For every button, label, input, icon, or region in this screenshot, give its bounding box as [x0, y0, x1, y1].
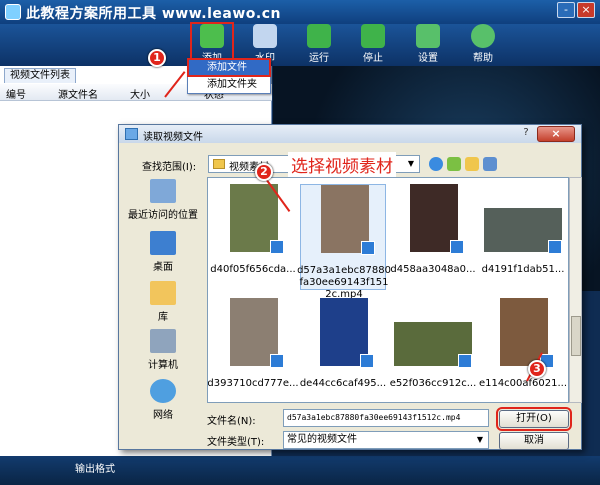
computer-icon [150, 329, 176, 353]
file-name: d458aa3048a0... [390, 264, 476, 275]
network-icon [150, 379, 176, 403]
dialog-title: 读取视频文件 [143, 132, 203, 143]
video-file-icon [548, 240, 562, 254]
app-logo-icon [5, 4, 21, 20]
new-folder-icon[interactable] [465, 157, 479, 171]
stop-icon [361, 24, 385, 48]
app-titlebar: 此教程方案所用工具 www.leawo.cn - × [0, 0, 600, 24]
back-icon[interactable] [429, 157, 443, 171]
close-app-button[interactable]: × [577, 2, 595, 18]
settings-icon [416, 24, 440, 48]
file-item[interactable]: e52f036cc912c... [390, 298, 476, 402]
file-name: d40f05f656cda... [210, 264, 296, 275]
filetype-select[interactable]: 常见的视频文件 ▼ [283, 431, 489, 449]
main-toolbar: 添加 水印 运行 停止 设置 帮助 [0, 22, 600, 66]
scrollbar-thumb[interactable] [571, 316, 581, 356]
select-material-callout: 选择视频素材 [288, 152, 396, 177]
file-name: e114c00af6021... [478, 378, 568, 389]
settings-button[interactable]: 设置 [408, 24, 448, 64]
up-folder-icon[interactable] [447, 157, 461, 171]
open-button[interactable]: 打开(O) [496, 407, 572, 431]
run-arrow-icon [307, 24, 331, 48]
output-format-label: 输出格式 [75, 464, 115, 475]
menu-add-file[interactable]: 添加文件 [187, 58, 271, 77]
place-recent-label: 最近访问的位置 [128, 210, 198, 221]
run-button[interactable]: 运行 [299, 24, 339, 64]
place-recent[interactable]: 最近访问的位置 [119, 179, 207, 221]
place-network[interactable]: 网络 [119, 379, 207, 421]
minimize-button[interactable]: - [557, 2, 575, 18]
dialog-folder-icon [125, 128, 138, 140]
place-computer-label: 计算机 [148, 360, 178, 371]
step-1-marker: 1 [148, 49, 166, 67]
file-item[interactable]: de44cc6caf495... [300, 298, 386, 402]
file-item[interactable]: d4191f1dab51... [480, 184, 566, 290]
filetype-value: 常见的视频文件 [287, 434, 357, 445]
menu-add-folder[interactable]: 添加文件夹 [188, 76, 270, 93]
video-file-icon [360, 354, 374, 368]
file-item[interactable]: d458aa3048a0... [390, 184, 476, 290]
file-name: d4191f1dab51... [481, 264, 565, 275]
stop-button[interactable]: 停止 [353, 24, 393, 64]
step-3-marker: 3 [528, 360, 546, 378]
chevron-down-icon: ▼ [407, 159, 415, 168]
place-network-label: 网络 [153, 410, 173, 421]
cancel-button[interactable]: 取消 [499, 432, 569, 450]
look-in-label: 查找范围(I): [142, 162, 197, 173]
video-file-icon [270, 240, 284, 254]
app-title: 此教程方案所用工具 www.leawo.cn [26, 6, 281, 22]
column-number[interactable]: 编号 [6, 86, 26, 101]
file-name: d393710cd777e... [207, 378, 299, 389]
step-2-marker: 2 [255, 163, 273, 181]
places-bar: 最近访问的位置 桌面 库 计算机 网络 [119, 179, 207, 421]
file-item[interactable]: e114c00af6021... [479, 298, 567, 402]
view-menu-icon[interactable] [483, 157, 497, 171]
video-file-icon [270, 354, 284, 368]
file-grid: d40f05f656cda... d57a3a1ebc87880fa30ee691… [207, 177, 569, 403]
dialog-close-button[interactable]: × [537, 126, 575, 142]
place-computer[interactable]: 计算机 [119, 329, 207, 371]
file-name: d57a3a1ebc87880fa30ee69143f1512c.mp4 [297, 265, 391, 300]
column-source-name[interactable]: 源文件名 [58, 86, 98, 101]
column-size[interactable]: 大小 [130, 86, 150, 101]
file-name: e52f036cc912c... [389, 378, 477, 389]
place-library[interactable]: 库 [119, 281, 207, 323]
add-video-icon [200, 24, 224, 48]
chevron-down-icon: ▼ [476, 435, 484, 444]
folder-icon [213, 159, 225, 169]
add-menu: 添加文件 添加文件夹 [187, 58, 271, 94]
video-file-icon [361, 241, 375, 255]
place-desktop[interactable]: 桌面 [119, 231, 207, 273]
video-file-icon [450, 240, 464, 254]
help-icon [471, 24, 495, 48]
video-file-icon [458, 354, 472, 368]
file-item-selected[interactable]: d57a3a1ebc87880fa30ee69143f1512c.mp4 [297, 184, 391, 300]
watermark-icon [253, 24, 277, 48]
bottom-bar: 输出格式 [0, 456, 600, 485]
dialog-titlebar: 读取视频文件 ? × [119, 125, 581, 143]
file-grid-scrollbar[interactable] [569, 177, 582, 403]
place-desktop-label: 桌面 [153, 262, 173, 273]
dialog-help-button[interactable]: ? [517, 127, 535, 141]
filename-input[interactable]: d57a3a1ebc87880fa30ee69143f1512c.mp4 [283, 409, 489, 427]
run-label: 运行 [309, 53, 329, 64]
help-button[interactable]: 帮助 [463, 24, 503, 64]
place-library-label: 库 [158, 312, 168, 323]
settings-label: 设置 [418, 53, 438, 64]
recent-places-icon [150, 179, 176, 203]
file-item[interactable]: d393710cd777e... [208, 298, 299, 402]
stop-label: 停止 [363, 53, 383, 64]
help-label: 帮助 [473, 53, 493, 64]
desktop-icon [150, 231, 176, 255]
library-icon [150, 281, 176, 305]
filename-label: 文件名(N): [207, 416, 256, 427]
filetype-label: 文件类型(T): [207, 437, 265, 448]
file-name: de44cc6caf495... [299, 378, 387, 389]
tab-video-file-list[interactable]: 视频文件列表 [4, 68, 76, 83]
